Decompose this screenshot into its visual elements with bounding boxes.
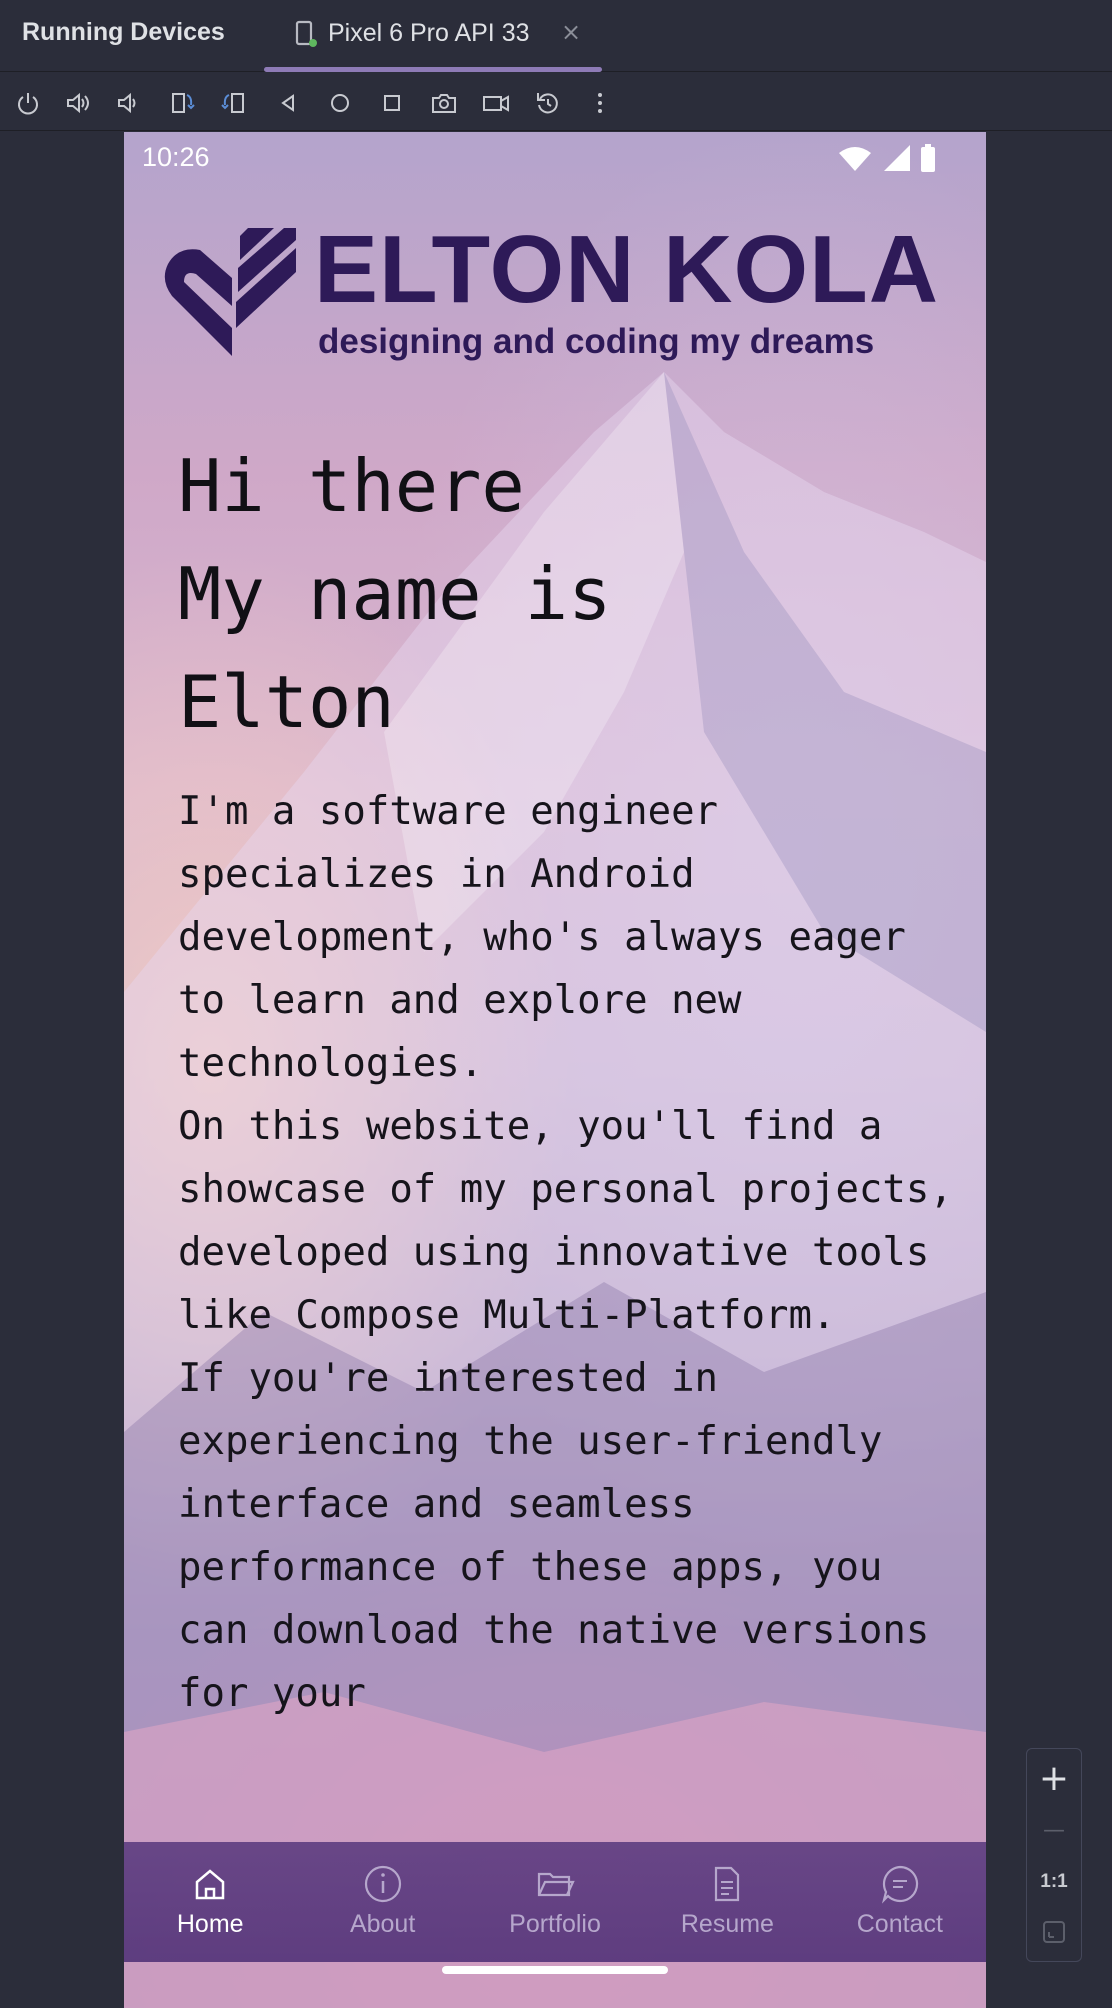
device-screen[interactable]: 10:26 ELTON KOLA designing and coding my…: [124, 132, 986, 2008]
status-time: 10:26: [142, 142, 210, 172]
logo-tagline: designing and coding my dreams: [318, 322, 875, 361]
tab-label: Pixel 6 Pro API 33: [328, 19, 530, 47]
nav-resume[interactable]: Resume: [641, 1842, 813, 1962]
actual-size-button[interactable]: 1:1: [1027, 1857, 1081, 1907]
document-icon: [715, 1866, 740, 1902]
hero-line: Hi there: [178, 444, 525, 528]
hero-heading: Hi there My name is Elton: [178, 432, 938, 756]
gesture-handle[interactable]: [442, 1966, 668, 1974]
nav-label: About: [349, 1910, 416, 1938]
rotate-right-icon[interactable]: [218, 87, 250, 119]
hero-line: My name is: [178, 552, 612, 636]
nav-home[interactable]: Home: [124, 1842, 296, 1962]
signal-icon: [884, 145, 910, 171]
nav-label: Contact: [856, 1910, 943, 1938]
device-icon: [294, 20, 318, 48]
zoom-out-button[interactable]: —: [1027, 1805, 1081, 1855]
site-logo[interactable]: ELTON KOLA designing and coding my dream…: [162, 222, 952, 368]
screen-record-icon[interactable]: [480, 87, 512, 119]
reset-icon[interactable]: [532, 87, 564, 119]
wifi-icon: [839, 147, 871, 171]
status-icons: [838, 144, 936, 172]
volume-down-icon[interactable]: [112, 87, 144, 119]
nav-portfolio[interactable]: Portfolio: [469, 1842, 641, 1962]
power-icon[interactable]: [12, 87, 44, 119]
info-icon: [364, 1865, 401, 1903]
screenshot-icon[interactable]: [428, 87, 460, 119]
battery-icon: [921, 144, 935, 172]
nav-about[interactable]: About: [296, 1842, 468, 1962]
tool-window-header: Running Devices Pixel 6 Pro API 33 ×: [0, 0, 1112, 72]
folder-icon: [537, 1872, 575, 1897]
hero-line: Elton: [178, 660, 395, 744]
device-tab[interactable]: Pixel 6 Pro API 33 ×: [264, 0, 602, 72]
overview-icon[interactable]: [376, 87, 408, 119]
volume-up-icon[interactable]: [62, 87, 94, 119]
nav-contact[interactable]: Contact: [814, 1842, 986, 1962]
logo-name: ELTON KOLA: [314, 216, 940, 323]
heart-logo-icon: [164, 228, 296, 356]
bottom-navigation: Home About Portfolio Resume Contact: [124, 1842, 986, 1962]
panel-title: Running Devices: [22, 18, 225, 46]
home-icon: [195, 1869, 225, 1900]
intro-paragraph: If you're interested in experiencing the…: [178, 1356, 930, 1716]
home-icon[interactable]: [324, 87, 356, 119]
zoom-in-button[interactable]: +: [1027, 1753, 1081, 1803]
active-tab-indicator: [264, 67, 602, 72]
fit-screen-icon[interactable]: [1027, 1907, 1081, 1957]
rotate-left-icon[interactable]: [166, 87, 198, 119]
more-icon[interactable]: [584, 87, 616, 119]
intro-paragraph: I'm a software engineer specializes in A…: [178, 789, 906, 1086]
nav-label: Portfolio: [509, 1910, 601, 1938]
intro-text: I'm a software engineer specializes in A…: [178, 780, 958, 1725]
nav-label: Resume: [680, 1910, 774, 1938]
device-toolbar: [0, 73, 1112, 131]
zoom-controls: + — 1:1: [1026, 1748, 1082, 1962]
back-icon[interactable]: [272, 87, 304, 119]
intro-paragraph: On this website, you'll find a showcase …: [178, 1104, 953, 1338]
nav-label: Home: [176, 1910, 244, 1938]
chat-icon: [881, 1865, 918, 1904]
close-tab-icon[interactable]: ×: [561, 18, 581, 46]
